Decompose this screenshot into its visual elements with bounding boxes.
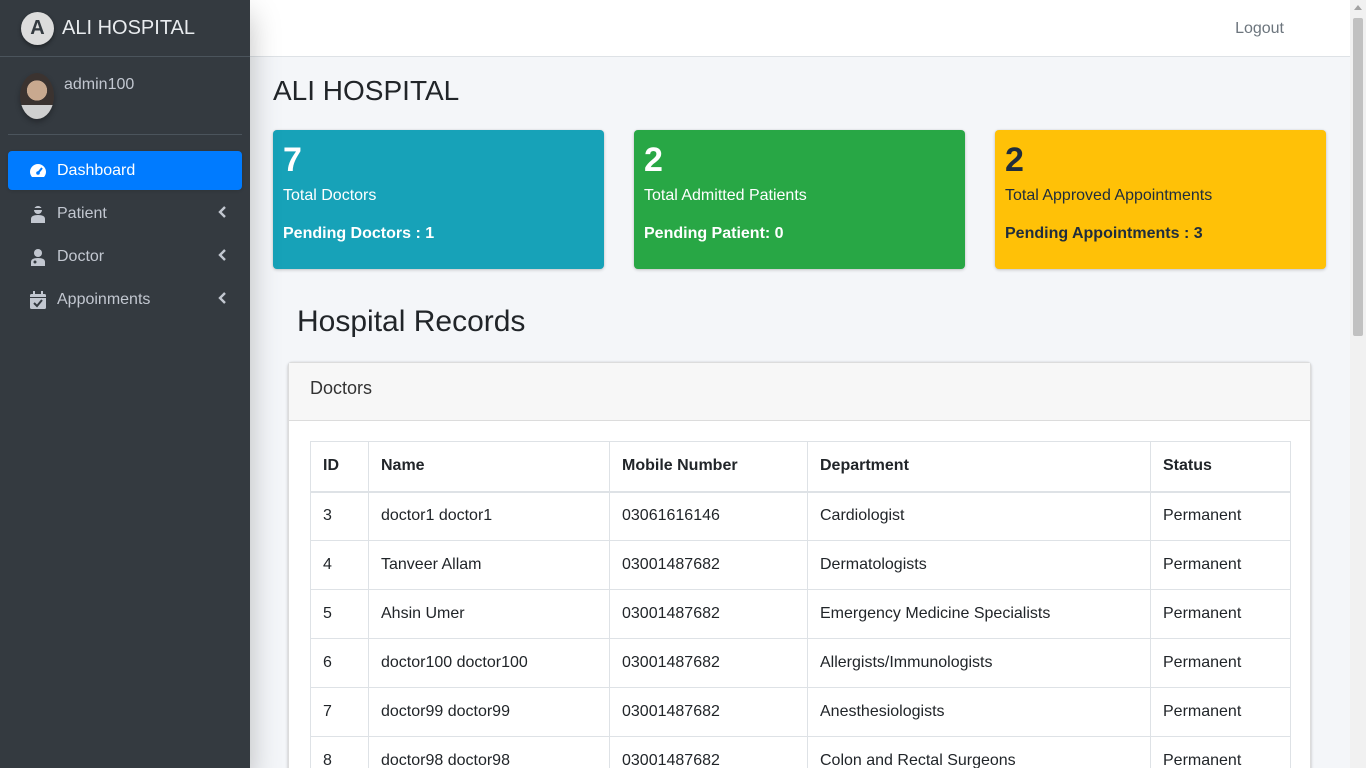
table-row: 5 Ahsin Umer 03001487682 Emergency Medic… [310, 589, 1291, 639]
stat-label: Total Approved Appointments [1005, 187, 1213, 205]
table-cell: Permanent [1150, 540, 1291, 590]
table-cell: Permanent [1150, 638, 1291, 688]
user-name[interactable]: admin100 [64, 76, 134, 94]
sidebar-nav: Dashboard Patient Doctor Appoinments [0, 151, 250, 319]
table-cell: Permanent [1150, 687, 1291, 737]
page-title: ALI HOSPITAL [273, 75, 460, 106]
table-cell: doctor99 doctor99 [368, 687, 610, 737]
stat-value: 7 [283, 141, 302, 179]
stat-value: 2 [644, 141, 663, 179]
table-cell: 03001487682 [609, 687, 808, 737]
table-cell: Ahsin Umer [368, 589, 610, 639]
user-md-icon [28, 247, 48, 267]
table-row: 7 doctor99 doctor99 03001487682 Anesthes… [310, 687, 1291, 737]
calendar-check-icon [28, 290, 48, 310]
chevron-left-icon [218, 249, 226, 264]
chevron-left-icon [218, 292, 226, 307]
stat-pending: Pending Doctors : 1 [283, 225, 435, 243]
sidebar-item-label: Dashboard [57, 161, 136, 179]
table-header-row: ID Name Mobile Number Department Status [310, 441, 1291, 493]
table-wrapper: ID Name Mobile Number Department Status … [310, 441, 1291, 768]
table-row: 8 doctor98 doctor98 03001487682 Colon an… [310, 736, 1291, 768]
sidebar-item-appoinments[interactable]: Appoinments [8, 280, 242, 319]
table-cell: 4 [310, 540, 369, 590]
scroll-thumb[interactable] [1353, 18, 1363, 336]
sidebar-item-label: Patient [57, 204, 107, 222]
sidebar-item-label: Appoinments [57, 290, 151, 308]
table-cell: Allergists/Immunologists [807, 638, 1151, 688]
sidebar-item-doctor[interactable]: Doctor [8, 237, 242, 276]
table-cell: Emergency Medicine Specialists [807, 589, 1151, 639]
sidebar-item-dashboard[interactable]: Dashboard [8, 151, 242, 190]
sidebar-item-patient[interactable]: Patient [8, 194, 242, 233]
table-cell: doctor98 doctor98 [368, 736, 610, 768]
avatar[interactable] [20, 73, 54, 119]
table-row: 3 doctor1 doctor1 03061616146 Cardiologi… [310, 491, 1291, 541]
page-scrollbar[interactable] [1350, 0, 1366, 768]
stat-value: 2 [1005, 141, 1024, 179]
brand-name: ALI HOSPITAL [62, 16, 196, 39]
stat-label: Total Admitted Patients [644, 187, 807, 205]
content-wrapper: ALI HOSPITAL 7 Total Doctors Pending Doc… [250, 57, 1350, 768]
table-cell: Permanent [1150, 491, 1291, 541]
table-cell: 3 [310, 491, 369, 541]
logout-link[interactable]: Logout [1235, 20, 1284, 38]
table-cell: Colon and Rectal Surgeons [807, 736, 1151, 768]
brand-link[interactable]: A ALI HOSPITAL [0, 0, 250, 57]
table-cell: 03001487682 [609, 540, 808, 590]
user-panel: admin100 [8, 57, 242, 135]
column-header: ID [310, 441, 369, 493]
chevron-left-icon [218, 206, 226, 221]
table-row: 6 doctor100 doctor100 03001487682 Allerg… [310, 638, 1291, 688]
column-header: Mobile Number [609, 441, 808, 493]
table-cell: 03061616146 [609, 491, 808, 541]
column-header: Status [1150, 441, 1291, 493]
stat-box-patients[interactable]: 2 Total Admitted Patients Pending Patien… [634, 130, 965, 269]
column-header: Department [807, 441, 1151, 493]
table-cell: 03001487682 [609, 736, 808, 768]
brand-logo: A [21, 11, 54, 45]
table-cell: Cardiologist [807, 491, 1151, 541]
column-header: Name [368, 441, 610, 493]
table-cell: doctor100 doctor100 [368, 638, 610, 688]
doctors-card: Doctors ID Name Mobile Number Department… [288, 362, 1311, 768]
section-title: Hospital Records [297, 305, 526, 338]
table-cell: Permanent [1150, 736, 1291, 768]
table-cell: 8 [310, 736, 369, 768]
table-row: 4 Tanveer Allam 03001487682 Dermatologis… [310, 540, 1291, 590]
table-cell: doctor1 doctor1 [368, 491, 610, 541]
stat-box-appointments[interactable]: 2 Total Approved Appointments Pending Ap… [995, 130, 1326, 269]
stat-pending: Pending Patient: 0 [644, 225, 784, 243]
table-cell: Dermatologists [807, 540, 1151, 590]
stat-pending: Pending Appointments : 3 [1005, 225, 1203, 243]
doctors-table: ID Name Mobile Number Department Status … [310, 441, 1291, 768]
table-cell: 7 [310, 687, 369, 737]
scroll-up-arrow-icon[interactable] [1354, 5, 1362, 10]
stat-label: Total Doctors [283, 187, 377, 205]
table-cell: Permanent [1150, 589, 1291, 639]
tachometer-icon [28, 161, 48, 181]
table-cell: Anesthesiologists [807, 687, 1151, 737]
sidebar: A ALI HOSPITAL admin100 Dashboard Patien… [0, 0, 250, 768]
top-navbar: Logout [250, 0, 1350, 57]
table-cell: 6 [310, 638, 369, 688]
table-cell: 03001487682 [609, 638, 808, 688]
sidebar-item-label: Doctor [57, 247, 105, 265]
table-cell: 5 [310, 589, 369, 639]
stat-box-doctors[interactable]: 7 Total Doctors Pending Doctors : 1 [273, 130, 604, 269]
table-cell: 03001487682 [609, 589, 808, 639]
table-cell: Tanveer Allam [368, 540, 610, 590]
card-header: Doctors [289, 363, 1310, 421]
user-injured-icon [28, 204, 48, 224]
